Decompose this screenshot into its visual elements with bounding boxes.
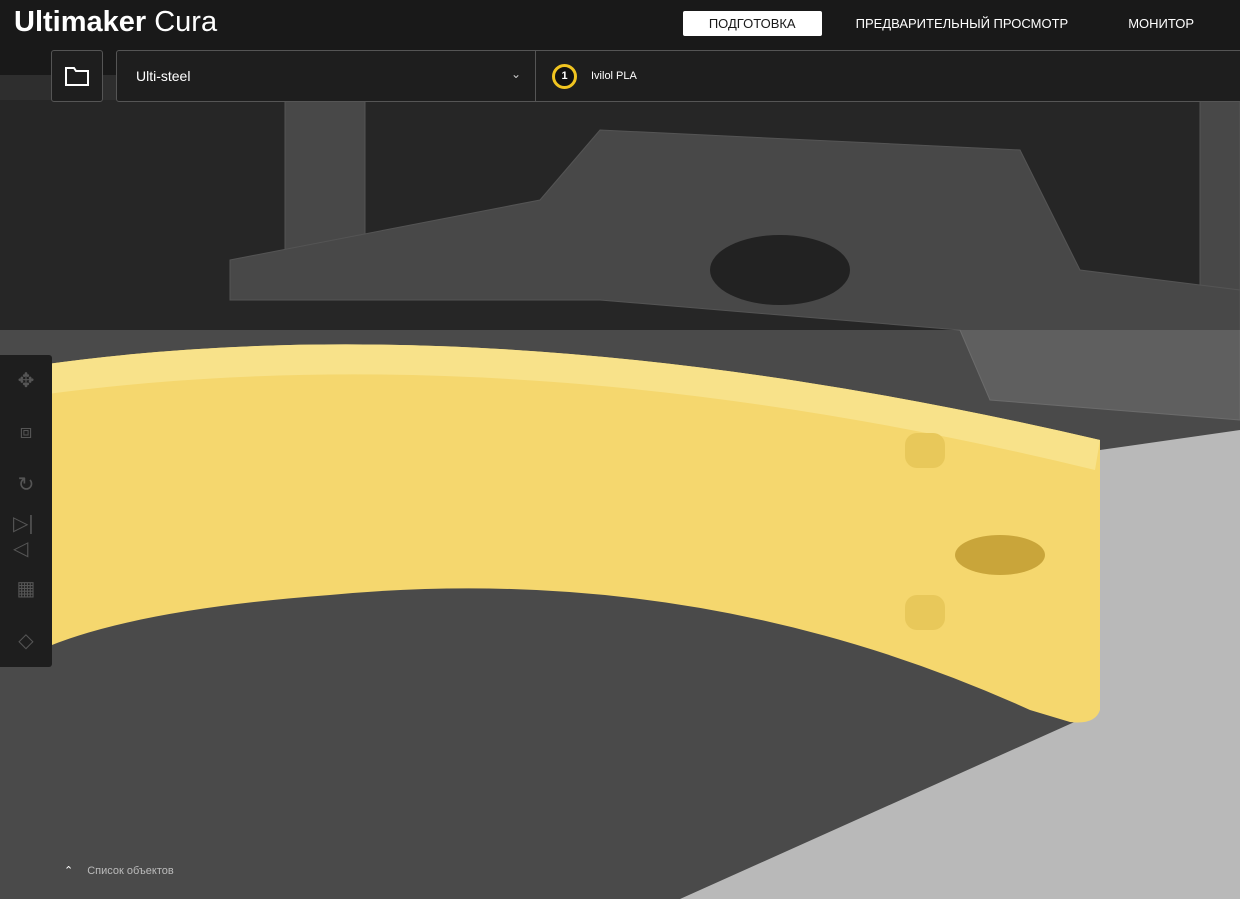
per-model-settings-icon[interactable]: ▦ (13, 575, 39, 601)
extruder-badge: 1 (552, 63, 577, 89)
support-blocker-icon[interactable]: ◇ (13, 627, 39, 653)
printer-selector[interactable]: Ulti-steel ⌄ (116, 50, 536, 102)
tool-panel: ✥ ⧈ ↻ ▷|◁ ▦ ◇ (0, 355, 52, 667)
logo-light: Cura (154, 6, 218, 38)
header: Ultimaker Cura ПОДГОТОВКА ПРЕДВАРИТЕЛЬНЫ… (0, 0, 1240, 50)
mirror-tool-icon[interactable]: ▷|◁ (13, 513, 39, 560)
logo-bold: Ultimaker (14, 6, 147, 38)
move-tool-icon[interactable]: ✥ (13, 367, 39, 393)
viewport-3d[interactable] (0, 0, 1240, 899)
scale-tool-icon[interactable]: ⧈ (13, 419, 39, 445)
material-name: Ivilol PLA (591, 70, 637, 82)
folder-icon (65, 67, 89, 86)
tab-prepare[interactable]: ПОДГОТОВКА (682, 11, 822, 36)
object-list-label: Список объектов (87, 864, 174, 877)
rotate-tool-icon[interactable]: ↻ (13, 471, 39, 497)
stage-tabs: ПОДГОТОВКА ПРЕДВАРИТЕЛЬНЫЙ ПРОСМОТР МОНИ… (682, 11, 1220, 36)
tab-monitor[interactable]: МОНИТОР (1102, 11, 1220, 36)
app-logo: Ultimaker Cura (14, 6, 217, 39)
open-file-button[interactable] (51, 50, 103, 102)
chevron-down-icon: ⌄ (510, 67, 521, 81)
tab-preview[interactable]: ПРЕДВАРИТЕЛЬНЫЙ ПРОСМОТР (830, 11, 1095, 36)
material-selector[interactable]: 1 Ivilol PLA (535, 50, 1240, 102)
object-list-toggle[interactable]: ⌃ Список объектов (64, 864, 174, 878)
printer-name: Ulti-steel (136, 68, 191, 84)
chevron-up-icon: ⌃ (64, 865, 74, 877)
